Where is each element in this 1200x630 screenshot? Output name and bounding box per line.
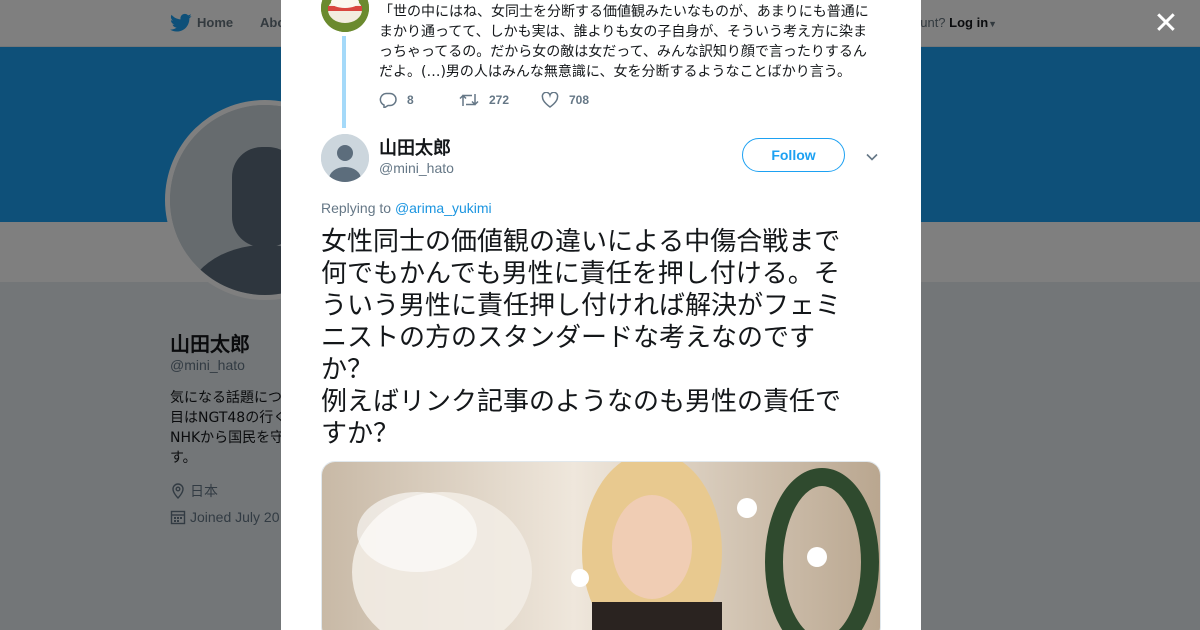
- tweet-line: まかり通ってて、しかも実は、誰よりも女の子自身が、そういう考え方に染ま: [379, 24, 868, 40]
- tweet-line: ういう男性に責任押し付ければ解決がフェミ: [321, 291, 842, 321]
- retweet-icon: [459, 94, 479, 106]
- chevron-down-icon[interactable]: [865, 150, 879, 164]
- tweet-line: 例えばリンク記事のようなのも男性の責任で: [321, 387, 842, 417]
- retweet-action[interactable]: 272: [459, 92, 509, 108]
- reply-icon: [379, 92, 397, 108]
- tweet-media-image[interactable]: [321, 461, 881, 630]
- tweet-text: 女性同士の価値観の違いによる中傷合戦まで 何でもかんでも男性に責任を押し付ける。…: [321, 226, 881, 450]
- follow-button[interactable]: Follow: [742, 138, 845, 172]
- previous-tweet-text: 「世の中にはね、女同士を分断する価値観みたいなものが、あまりにも普通に まかり通…: [379, 2, 873, 82]
- like-action[interactable]: 708: [541, 92, 589, 108]
- retweet-count: 272: [489, 93, 510, 107]
- tweet-line: ニストの方のスタンダードな考えなのです: [321, 323, 816, 353]
- tweet-line: 「世の中にはね、女同士を分断する価値観みたいなものが、あまりにも普通に: [379, 4, 869, 20]
- previous-tweet-avatar[interactable]: [321, 0, 369, 32]
- tweet-permalink-modal: 「世の中にはね、女同士を分断する価値観みたいなものが、あまりにも普通に まかり通…: [281, 0, 921, 630]
- close-icon[interactable]: ✕: [1152, 9, 1180, 39]
- avatar-image: [321, 0, 369, 32]
- replying-to-link[interactable]: @arima_yukimi: [395, 200, 492, 216]
- tweet-author-avatar[interactable]: [321, 134, 369, 182]
- tweet-line: 何でもかんでも男性に責任を押し付ける。そ: [321, 259, 840, 289]
- tweet-line: か？: [321, 355, 374, 385]
- tweet-author-handle[interactable]: @mini_hato: [379, 160, 454, 176]
- heart-icon: [541, 92, 559, 108]
- default-avatar-icon: [321, 134, 369, 182]
- tweet-line: すか？: [321, 419, 400, 449]
- tweet-line: だよ。(…)男の人はみんな無意識に、女を分断するようなことばかり言う。: [379, 64, 851, 80]
- tweet-line: 女性同士の価値観の違いによる中傷合戦まで: [321, 227, 841, 257]
- tweet-author-name[interactable]: 山田太郎: [379, 134, 451, 160]
- photo-image: [322, 462, 880, 630]
- reply-action[interactable]: 8: [379, 92, 414, 108]
- like-count: 708: [569, 93, 590, 107]
- tweet-line: っちゃってるの。だから女の敵は女だって、みんな訳知り顔で言ったりするん: [379, 44, 867, 60]
- replying-to: Replying to @arima_yukimi: [321, 200, 492, 216]
- replying-prefix: Replying to: [321, 200, 392, 216]
- thread-connector: [342, 36, 346, 128]
- reply-count: 8: [407, 93, 414, 107]
